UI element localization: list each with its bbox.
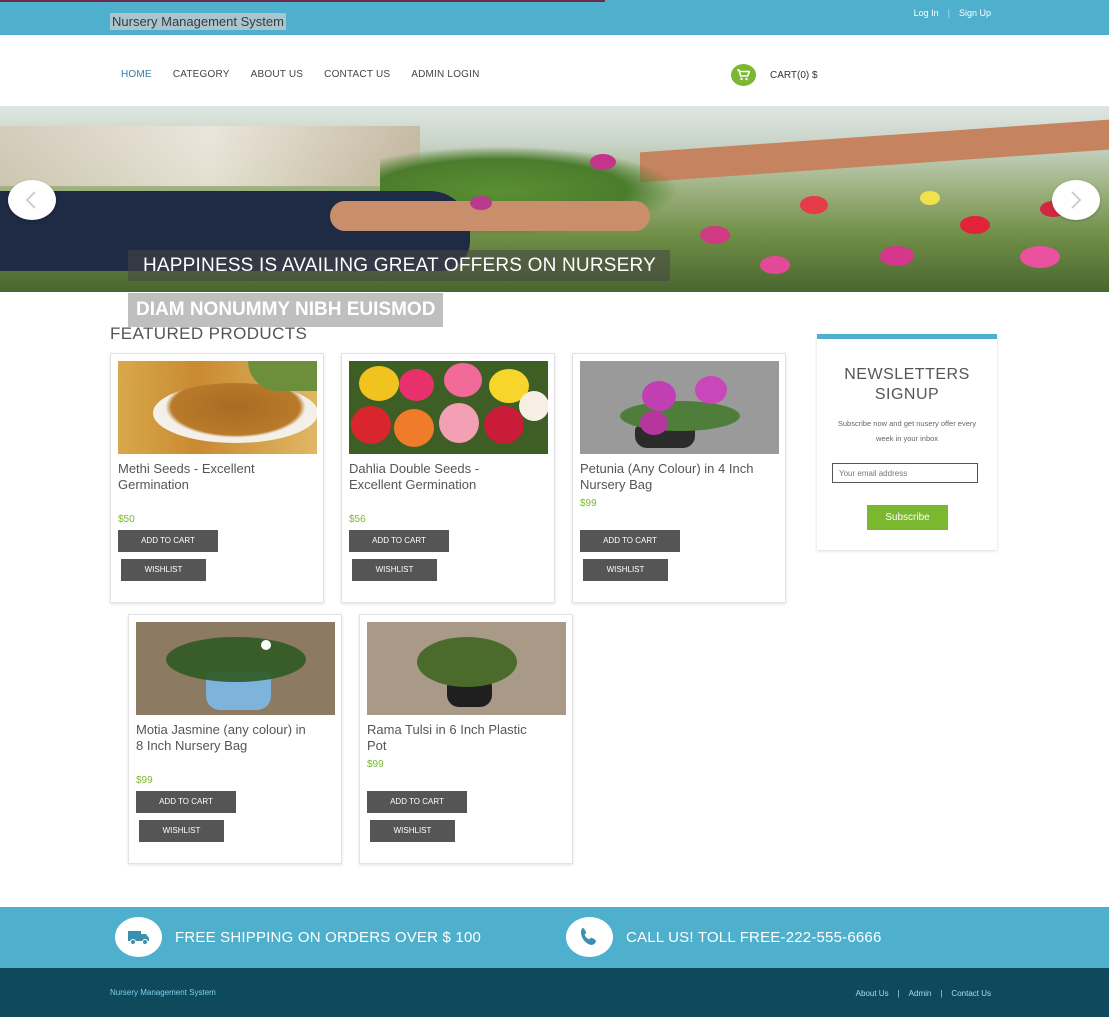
carousel-prev-button[interactable] <box>8 180 56 220</box>
main-nav: HOME CATEGORY ABOUT US CONTACT US ADMIN LOGI… <box>121 69 501 80</box>
flower-shape <box>484 406 524 444</box>
product-card: Methi Seeds - Excellent Germination $50 … <box>110 353 324 603</box>
add-to-cart-button[interactable]: ADD TO CART <box>367 791 467 813</box>
flower-shape <box>640 411 668 435</box>
flower-shape <box>394 409 434 447</box>
wishlist-button[interactable]: WISHLIST <box>121 559 206 581</box>
signup-link[interactable]: Sign Up <box>959 8 991 18</box>
product-name[interactable]: Dahlia Double Seeds - Excellent Germinat… <box>349 461 529 492</box>
cart-icon[interactable] <box>731 64 756 86</box>
truck-icon <box>115 917 162 957</box>
flower-shape <box>1020 246 1060 268</box>
flower-shape <box>800 196 828 214</box>
product-price: $99 <box>136 775 153 786</box>
newsletter-text: Subscribe now and get nusery offer every… <box>837 419 977 443</box>
product-price: $99 <box>580 498 597 509</box>
nav-item-admin-login[interactable]: ADMIN LOGIN <box>411 69 479 80</box>
divider: | <box>897 989 900 998</box>
product-price: $99 <box>367 759 384 770</box>
chevron-right-icon <box>1071 191 1082 209</box>
product-card: Motia Jasmine (any colour) in 8 Inch Nur… <box>128 614 342 864</box>
hero-caption-primary: HAPPINESS IS AVAILING GREAT OFFERS ON NU… <box>128 250 670 281</box>
flower-shape <box>444 363 482 397</box>
flower-shape <box>519 391 548 421</box>
account-links: Log In | Sign Up <box>914 8 991 18</box>
footer-link-contact-us[interactable]: Contact Us <box>951 989 991 998</box>
subscribe-button[interactable]: Subscribe <box>867 505 948 530</box>
hero-background-blur <box>0 126 420 186</box>
flower-shape <box>642 381 676 411</box>
hero-wooden-table <box>640 119 1109 183</box>
footer: Nursery Management System About Us | Admin… <box>0 968 1109 1017</box>
product-name[interactable]: Rama Tulsi in 6 Inch Plastic Pot <box>367 722 547 753</box>
wishlist-button[interactable]: WISHLIST <box>352 559 437 581</box>
flower-shape <box>920 191 940 205</box>
product-card: Dahlia Double Seeds - Excellent Germinat… <box>341 353 555 603</box>
nav-item-contact-us[interactable]: CONTACT US <box>324 69 390 80</box>
flower-shape <box>359 366 399 401</box>
flower-shape <box>399 369 434 401</box>
nav-item-home[interactable]: HOME <box>121 69 152 80</box>
chevron-left-icon <box>25 191 36 209</box>
add-to-cart-button[interactable]: ADD TO CART <box>580 530 680 552</box>
flower-shape <box>695 376 727 404</box>
site-title[interactable]: Nursery Management System <box>110 13 286 30</box>
product-price: $50 <box>118 514 135 525</box>
featured-products-title: FEATURED PRODUCTS <box>110 324 308 343</box>
promo-bar: FREE SHIPPING ON ORDERS OVER $ 100 CALL … <box>0 907 1109 968</box>
add-to-cart-button[interactable]: ADD TO CART <box>136 791 236 813</box>
footer-link-about-us[interactable]: About Us <box>856 989 889 998</box>
footer-link-admin[interactable]: Admin <box>909 989 932 998</box>
wishlist-button[interactable]: WISHLIST <box>139 820 224 842</box>
newsletter-title: NEWSLETTERS SIGNUP <box>844 366 970 403</box>
product-image-motia-jasmine[interactable] <box>136 622 335 715</box>
product-image-rama-tulsi[interactable] <box>367 622 566 715</box>
product-image-petunia[interactable] <box>580 361 779 454</box>
top-bar: Nursery Management System Log In | Sign Up <box>0 0 1109 35</box>
divider: | <box>940 989 943 998</box>
email-field[interactable]: Your email address <box>832 463 978 483</box>
cart[interactable]: CART(0) $ <box>731 64 818 86</box>
nav-item-category[interactable]: CATEGORY <box>173 69 230 80</box>
flower-shape <box>351 406 391 444</box>
phone-icon <box>566 917 613 957</box>
flower-shape <box>590 154 616 170</box>
product-price: $56 <box>349 514 366 525</box>
newsletter-signup: NEWSLETTERS SIGNUP Subscribe now and get… <box>817 334 997 550</box>
product-name[interactable]: Methi Seeds - Excellent Germination <box>118 461 298 492</box>
footer-links: About Us | Admin | Contact Us <box>856 989 991 998</box>
flower-shape <box>261 640 271 650</box>
nav-item-about-us[interactable]: ABOUT US <box>251 69 304 80</box>
add-to-cart-button[interactable]: ADD TO CART <box>118 530 218 552</box>
hero-caption-secondary: DIAM NONUMMY NIBH EUISMOD <box>128 293 444 327</box>
top-accent-line <box>0 0 605 2</box>
product-name[interactable]: Petunia (Any Colour) in 4 Inch Nursery B… <box>580 461 760 492</box>
call-us-text: CALL US! TOLL FREE-222-555-6666 <box>626 929 882 946</box>
add-to-cart-button[interactable]: ADD TO CART <box>349 530 449 552</box>
wishlist-button[interactable]: WISHLIST <box>370 820 455 842</box>
product-card: Rama Tulsi in 6 Inch Plastic Pot $99 ADD… <box>359 614 573 864</box>
product-name[interactable]: Motia Jasmine (any colour) in 8 Inch Nur… <box>136 722 316 753</box>
divider: | <box>947 8 950 18</box>
carousel-next-button[interactable] <box>1052 180 1100 220</box>
flower-shape <box>439 403 479 443</box>
flower-shape <box>960 216 990 234</box>
flower-shape <box>760 256 790 274</box>
flower-shape <box>470 196 492 210</box>
flower-shape <box>700 226 730 244</box>
flower-shape <box>880 246 914 266</box>
product-image-dahlia-seeds[interactable] <box>349 361 548 454</box>
product-card: Petunia (Any Colour) in 4 Inch Nursery B… <box>572 353 786 603</box>
product-image-methi-seeds[interactable] <box>118 361 317 454</box>
wishlist-button[interactable]: WISHLIST <box>583 559 668 581</box>
free-shipping-text: FREE SHIPPING ON ORDERS OVER $ 100 <box>175 929 482 946</box>
login-link[interactable]: Log In <box>914 8 939 18</box>
footer-site-title[interactable]: Nursery Management System <box>110 988 216 997</box>
cart-label[interactable]: CART(0) $ <box>770 70 818 81</box>
